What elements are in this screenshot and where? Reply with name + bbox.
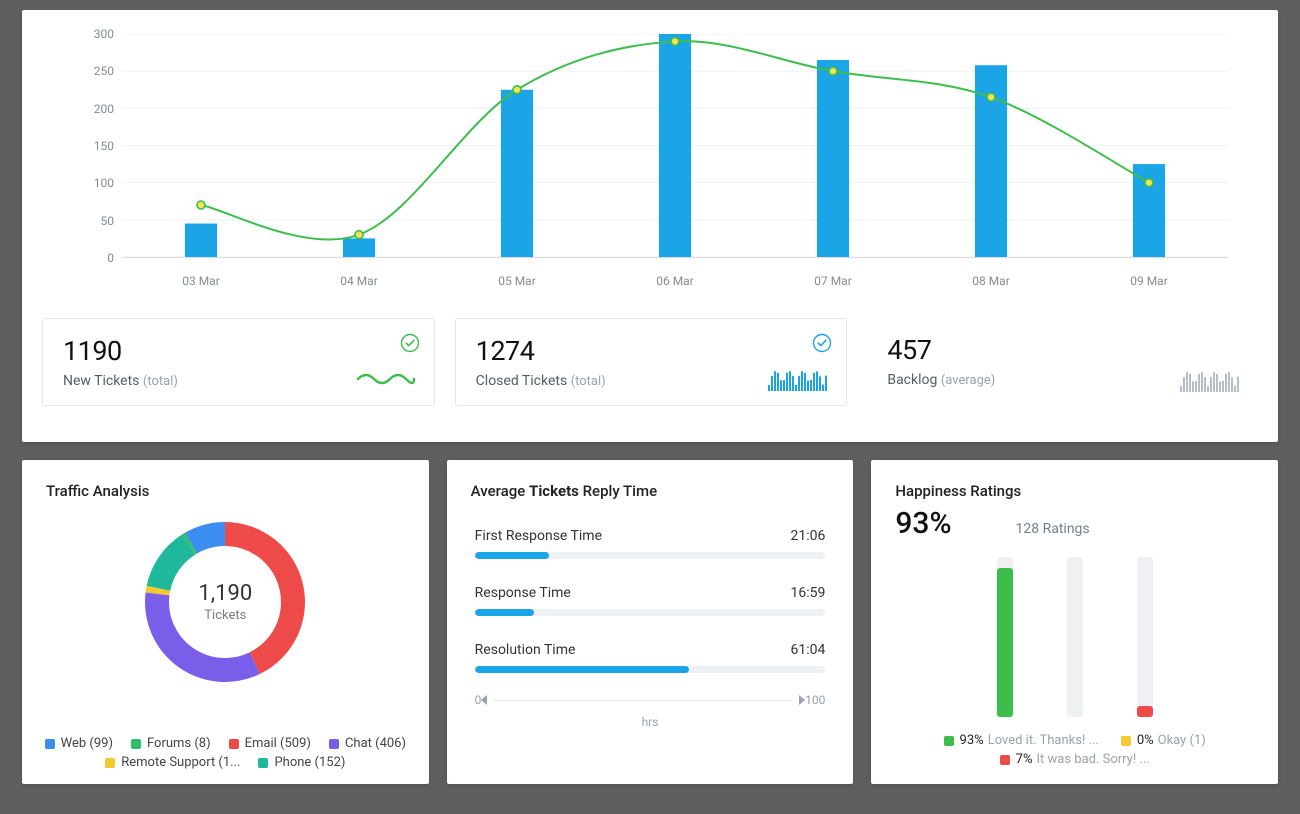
happiness-bar	[1067, 557, 1083, 717]
stat-value: 1274	[476, 335, 827, 367]
progress-track	[475, 666, 826, 673]
metric-value: 21:06	[790, 528, 825, 544]
progress-fill	[475, 609, 535, 616]
progress-fill	[475, 552, 549, 559]
check-icon	[400, 333, 420, 357]
happiness-bar	[997, 557, 1013, 717]
triangle-left-icon[interactable]	[481, 695, 487, 705]
legend-item[interactable]: 0%Okay (1)	[1121, 733, 1206, 748]
sparkline-bars-icon	[1180, 370, 1240, 392]
legend-item[interactable]: Phone (152)	[258, 755, 345, 770]
stat-value: 1190	[63, 335, 414, 367]
scale-min: 0	[475, 693, 482, 707]
donut-legend: Web (99) Forums (8) Email (509) Chat (406) R…	[22, 736, 429, 770]
card-title: Happiness Ratings	[895, 482, 1254, 500]
legend-item[interactable]: Web (99)	[45, 736, 113, 751]
y-tick-label: 250	[80, 64, 114, 78]
tickets-overview-panel: 0 50 100 150 200 250 300 03 Mar 04 Mar 05 Mar 06 M…	[22, 10, 1278, 442]
card-title: Traffic Analysis	[46, 482, 405, 500]
metric-value: 16:59	[790, 585, 825, 601]
reply-scale: 0 100	[471, 693, 830, 707]
metric-value: 61:04	[790, 642, 825, 658]
happiness-ratings-card: Happiness Ratings 93% 128 Ratings 93%Lov…	[871, 460, 1278, 784]
ratings-count: 128 Ratings	[1016, 521, 1090, 537]
main-bar-line-chart: 0 50 100 150 200 250 300 03 Mar 04 Mar 05 Mar 06 M…	[42, 28, 1258, 300]
y-tick-label: 150	[80, 139, 114, 153]
scale-max: 100	[805, 693, 825, 707]
progress-track	[475, 609, 826, 616]
x-tick-label: 06 Mar	[656, 274, 694, 288]
legend-item[interactable]: Email (509)	[229, 736, 311, 751]
reply-time-card: Average Tickets Reply Time First Respons…	[447, 460, 854, 784]
progress-track	[475, 552, 826, 559]
scale-unit: hrs	[471, 715, 830, 729]
progress-fill	[475, 666, 689, 673]
x-tick-label: 08 Mar	[972, 274, 1010, 288]
sparkline-wave-icon	[356, 369, 416, 391]
legend-item[interactable]: Remote Support (1...	[105, 755, 240, 770]
x-tick-label: 03 Mar	[182, 274, 220, 288]
legend-item[interactable]: Chat (406)	[329, 736, 406, 751]
y-tick-label: 50	[80, 214, 114, 228]
traffic-analysis-card: Traffic Analysis 1,190 Tickets Web (99) F…	[22, 460, 429, 784]
happiness-bar	[1137, 557, 1153, 717]
legend-item[interactable]: Forums (8)	[131, 736, 211, 751]
x-tick-label: 07 Mar	[814, 274, 852, 288]
reply-metric-row: Resolution Time 61:04	[471, 642, 830, 673]
metric-name: Resolution Time	[475, 642, 576, 658]
happiness-percent: 93%	[895, 506, 951, 541]
y-tick-label: 100	[80, 176, 114, 190]
x-tick-label: 05 Mar	[498, 274, 536, 288]
metric-name: Response Time	[475, 585, 571, 601]
x-tick-label: 09 Mar	[1130, 274, 1168, 288]
legend-item[interactable]: 7%It was bad. Sorry! ...	[1000, 752, 1150, 767]
x-tick-label: 04 Mar	[340, 274, 378, 288]
sparkline-bars-icon	[768, 369, 828, 391]
chart-svg	[122, 34, 1228, 257]
metric-name: First Response Time	[475, 528, 602, 544]
stat-card-backlog[interactable]: 457 Backlog (average)	[867, 318, 1258, 406]
y-tick-label: 0	[80, 251, 114, 265]
reply-metric-row: First Response Time 21:06	[471, 528, 830, 559]
check-icon	[812, 333, 832, 357]
stat-value: 457	[887, 334, 1238, 366]
card-title: Average Tickets Reply Time	[471, 482, 830, 500]
happiness-bar-chart	[895, 557, 1254, 717]
donut-chart: 1,190 Tickets	[22, 512, 429, 692]
donut-center: 1,190 Tickets	[198, 581, 252, 623]
y-tick-label: 200	[80, 102, 114, 116]
y-tick-label: 300	[80, 27, 114, 41]
legend-item[interactable]: 93%Loved it. Thanks! ...	[944, 733, 1099, 748]
happiness-legend: 93%Loved it. Thanks! ... 0%Okay (1) 7%It w…	[895, 733, 1254, 767]
stat-card-closed-tickets[interactable]: 1274 Closed Tickets (total)	[455, 318, 848, 406]
stat-cards-row: 1190 New Tickets (total) 1274 Closed Tic…	[42, 318, 1258, 406]
stat-card-new-tickets[interactable]: 1190 New Tickets (total)	[42, 318, 435, 406]
reply-metric-row: Response Time 16:59	[471, 585, 830, 616]
